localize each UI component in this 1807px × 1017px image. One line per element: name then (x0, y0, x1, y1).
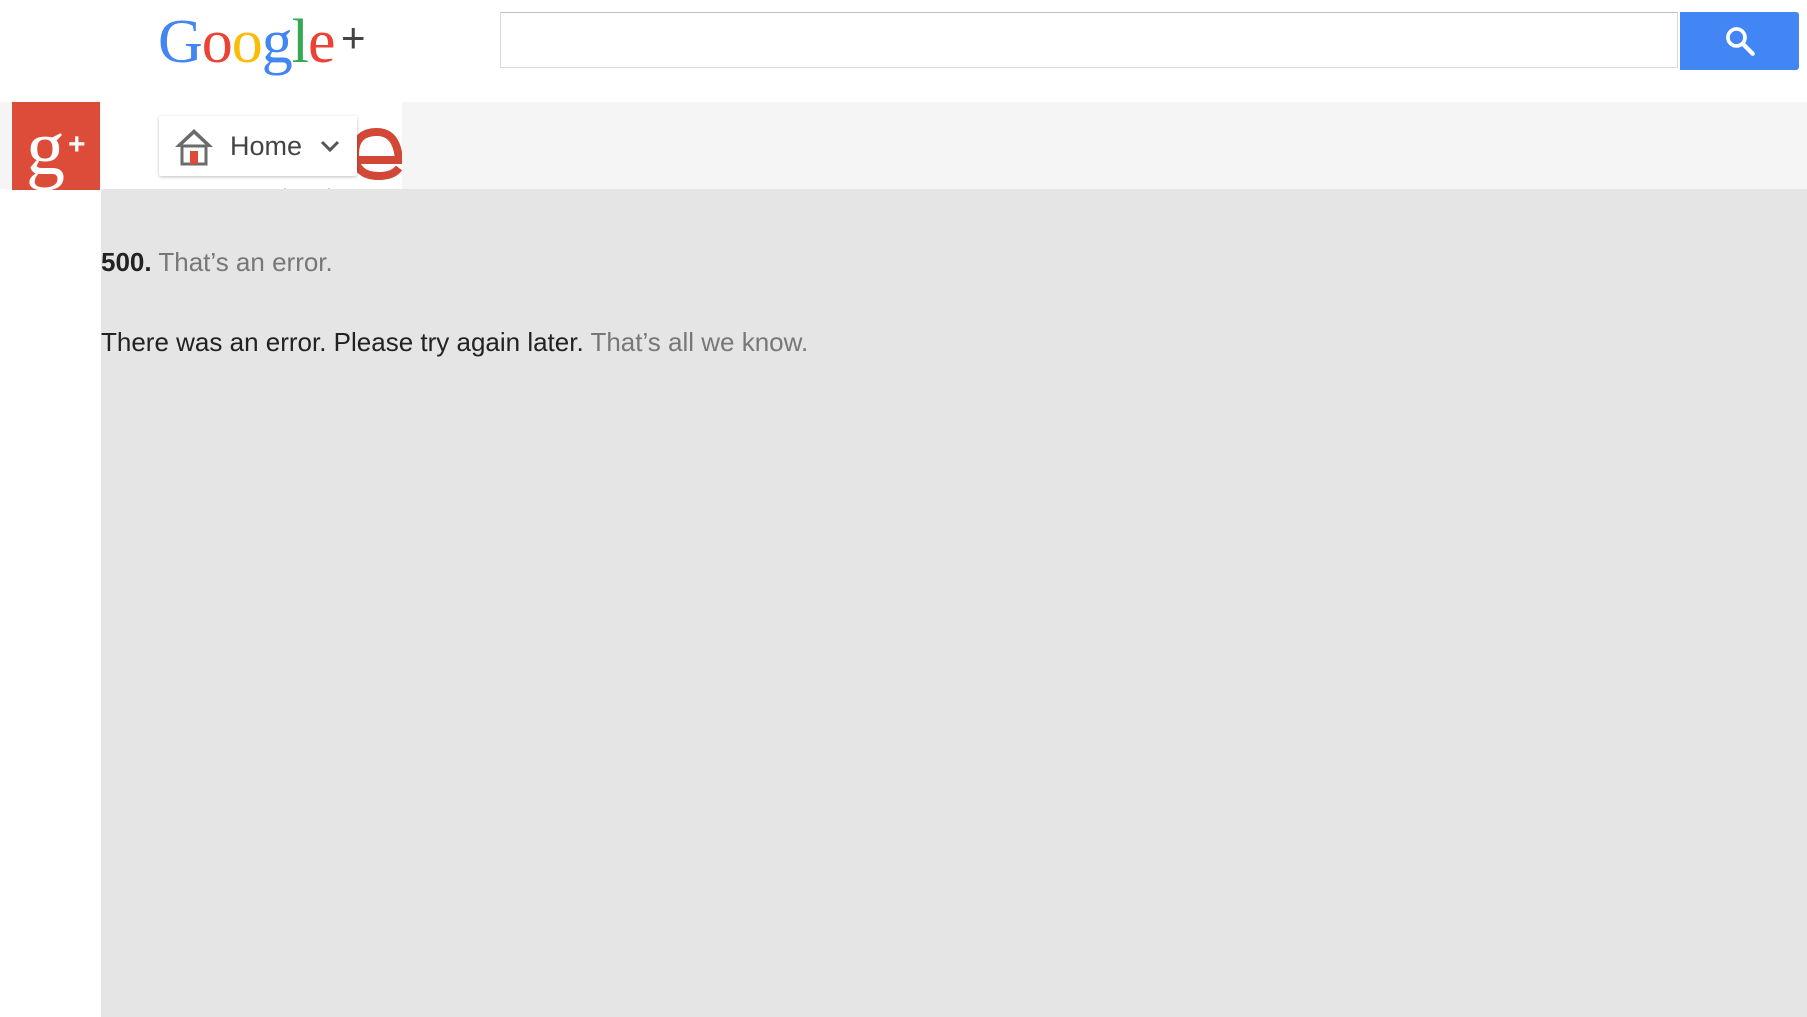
error-message-line: There was an error. Please try again lat… (101, 325, 808, 359)
house-icon (175, 129, 213, 166)
page: Google + g + Home 500. That’s an error. … (0, 0, 1807, 1017)
google-plus-logo[interactable]: Google (158, 2, 336, 82)
search-icon (1725, 27, 1755, 56)
error-message: There was an error. Please try again lat… (101, 327, 584, 357)
google-plus-icon: g + (26, 104, 86, 191)
search-button[interactable] (1680, 12, 1799, 70)
logo-letter: e (308, 8, 336, 76)
svg-text:+: + (68, 128, 86, 161)
home-dropdown[interactable]: Home (159, 116, 357, 176)
home-label: Home (230, 131, 303, 161)
top-header: Google + (0, 0, 1807, 102)
logo-letter: g (261, 8, 293, 76)
error-code: 500. (101, 247, 152, 277)
logo-letter: o (201, 8, 233, 76)
google-plus-badge[interactable]: g + (12, 102, 100, 191)
logo-letter: G (158, 8, 203, 76)
error-title: That’s an error. (158, 247, 333, 277)
error-footnote: That’s all we know. (590, 327, 809, 357)
logo-plus: + (341, 14, 366, 61)
error-content: 500. That’s an error. There was an error… (101, 189, 1807, 1017)
chevron-down-icon (320, 140, 340, 153)
logo-letter: l (291, 8, 309, 76)
search-input[interactable] (500, 12, 1678, 68)
svg-text:g: g (26, 104, 65, 190)
logo-letter: o (231, 8, 263, 76)
error-heading: 500. That’s an error. (101, 245, 333, 279)
